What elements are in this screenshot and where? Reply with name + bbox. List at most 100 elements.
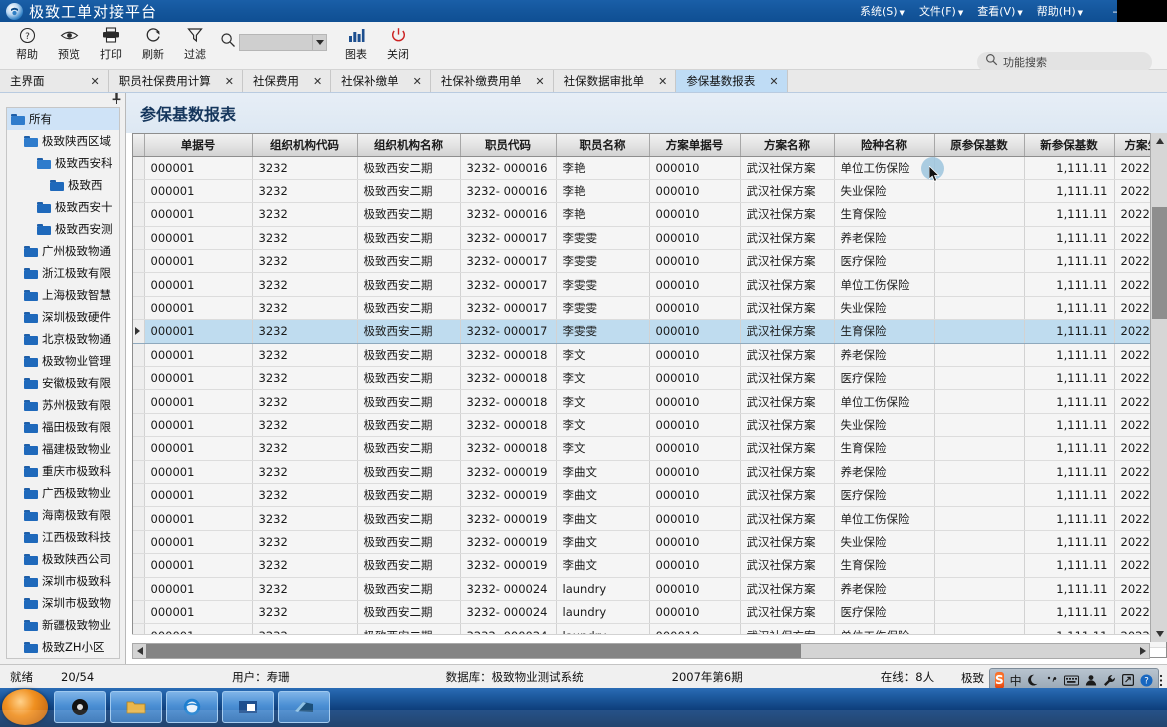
cell-5-1[interactable]: 3232 bbox=[252, 272, 358, 297]
column-header-6[interactable]: 方案名称 bbox=[740, 134, 835, 157]
cell-11-1[interactable]: 3232 bbox=[252, 413, 358, 438]
cell-0-3[interactable]: 3232- 000016 bbox=[460, 156, 557, 180]
toolbar-button-refresh[interactable]: 刷新 bbox=[132, 25, 174, 62]
tree-item-25[interactable]: 星河湾 bbox=[7, 658, 119, 659]
cell-18-6[interactable]: 武汉社保方案 bbox=[740, 577, 835, 601]
wrench-icon[interactable] bbox=[1103, 671, 1116, 689]
cell-6-7[interactable]: 失业保险 bbox=[834, 296, 935, 321]
cell-0-7[interactable]: 单位工伤保险 bbox=[834, 156, 935, 180]
cell-0-9[interactable]: 1,111.11 bbox=[1024, 156, 1115, 180]
tab-6[interactable]: 参保基数报表 ✕ bbox=[676, 70, 788, 92]
cell-5-4[interactable]: 李雯雯 bbox=[556, 272, 650, 297]
cell-9-4[interactable]: 李文 bbox=[556, 366, 650, 391]
cell-15-1[interactable]: 3232 bbox=[252, 506, 358, 531]
cell-5-5[interactable]: 000010 bbox=[649, 272, 741, 297]
toolbar-button-preview[interactable]: 预览 bbox=[48, 25, 90, 62]
tree-item-8[interactable]: 上海极致智慧 bbox=[7, 284, 119, 306]
table-row[interactable]: 000001 3232 极致西安二期 3232- 000019 李曲文 000010 武汉社… bbox=[133, 506, 1166, 531]
cell-19-7[interactable]: 医疗保险 bbox=[834, 600, 935, 625]
cell-2-6[interactable]: 武汉社保方案 bbox=[740, 202, 835, 227]
cell-7-6[interactable]: 武汉社保方案 bbox=[740, 319, 835, 344]
cell-15-6[interactable]: 武汉社保方案 bbox=[740, 506, 835, 531]
cell-14-9[interactable]: 1,111.11 bbox=[1024, 483, 1115, 508]
cell-16-7[interactable]: 失业保险 bbox=[834, 530, 935, 555]
cell-19-2[interactable]: 极致西安二期 bbox=[357, 600, 461, 625]
table-row[interactable]: 000001 3232 极致西安二期 3232- 000016 李艳 000010 武汉社保… bbox=[133, 156, 1166, 180]
cell-0-8[interactable] bbox=[934, 156, 1025, 180]
table-row[interactable]: 000001 3232 极致西安二期 3232- 000019 李曲文 000010 武汉社… bbox=[133, 460, 1166, 484]
cell-13-0[interactable]: 000001 bbox=[144, 460, 253, 484]
cell-3-9[interactable]: 1,111.11 bbox=[1024, 226, 1115, 251]
toolbar-button-chart[interactable]: 图表 bbox=[335, 25, 377, 62]
cell-5-3[interactable]: 3232- 000017 bbox=[460, 272, 557, 297]
cell-11-2[interactable]: 极致西安二期 bbox=[357, 413, 461, 438]
tree-item-0[interactable]: 所有 bbox=[7, 108, 119, 130]
menu-help[interactable]: 帮助(H) ▼ bbox=[1037, 3, 1083, 19]
cell-4-8[interactable] bbox=[934, 249, 1025, 274]
cell-9-2[interactable]: 极致西安二期 bbox=[357, 366, 461, 391]
punctuation-icon[interactable] bbox=[1046, 671, 1058, 689]
table-row[interactable]: 000001 3232 极致西安二期 3232- 000018 李文 000010 武汉社保… bbox=[133, 343, 1166, 368]
cell-5-0[interactable]: 000001 bbox=[144, 272, 253, 297]
tree-item-21[interactable]: 深圳市极致科 bbox=[7, 570, 119, 592]
question-circle-icon[interactable]: ? bbox=[1140, 671, 1153, 689]
cell-15-5[interactable]: 000010 bbox=[649, 506, 741, 531]
close-icon[interactable]: ✕ bbox=[769, 75, 778, 88]
cell-6-9[interactable]: 1,111.11 bbox=[1024, 296, 1115, 321]
cell-11-6[interactable]: 武汉社保方案 bbox=[740, 413, 835, 438]
cell-1-4[interactable]: 李艳 bbox=[556, 179, 650, 204]
tree-item-22[interactable]: 深圳市极致物 bbox=[7, 592, 119, 614]
cell-13-2[interactable]: 极致西安二期 bbox=[357, 460, 461, 484]
tree-item-18[interactable]: 海南极致有限 bbox=[7, 504, 119, 526]
cell-13-1[interactable]: 3232 bbox=[252, 460, 358, 484]
cell-2-7[interactable]: 生育保险 bbox=[834, 202, 935, 227]
cell-17-1[interactable]: 3232 bbox=[252, 553, 358, 578]
sogou-logo-icon[interactable]: S bbox=[995, 671, 1004, 689]
cell-17-8[interactable] bbox=[934, 553, 1025, 578]
cell-11-0[interactable]: 000001 bbox=[144, 413, 253, 438]
cell-19-9[interactable]: 1,111.11 bbox=[1024, 600, 1115, 625]
cell-10-1[interactable]: 3232 bbox=[252, 389, 358, 414]
tree-item-16[interactable]: 重庆市极致科 bbox=[7, 460, 119, 482]
keyboard-icon[interactable] bbox=[1063, 671, 1079, 689]
cell-7-9[interactable]: 1,111.11 bbox=[1024, 319, 1115, 344]
cell-13-8[interactable] bbox=[934, 460, 1025, 484]
cell-7-1[interactable]: 3232 bbox=[252, 319, 358, 344]
tree-list[interactable]: 所有 极致陕西区域 极致西安科 极致西 极致西安十 极致西安测 广州极致物通 浙江极致有限 上海… bbox=[6, 107, 120, 659]
grid-horizontal-scrollbar[interactable] bbox=[132, 643, 1150, 659]
column-header-3[interactable]: 职员代码 bbox=[460, 134, 557, 157]
cell-7-3[interactable]: 3232- 000017 bbox=[460, 319, 557, 344]
cell-16-5[interactable]: 000010 bbox=[649, 530, 741, 555]
tree-item-3[interactable]: 极致西 bbox=[7, 174, 119, 196]
cell-4-1[interactable]: 3232 bbox=[252, 249, 358, 274]
tree-item-4[interactable]: 极致西安十 bbox=[7, 196, 119, 218]
cell-10-4[interactable]: 李文 bbox=[556, 389, 650, 414]
cell-7-4[interactable]: 李雯雯 bbox=[556, 319, 650, 344]
cell-11-4[interactable]: 李文 bbox=[556, 413, 650, 438]
cell-13-4[interactable]: 李曲文 bbox=[556, 460, 650, 484]
tree-item-11[interactable]: 极致物业管理 bbox=[7, 350, 119, 372]
cell-15-8[interactable] bbox=[934, 506, 1025, 531]
cell-12-3[interactable]: 3232- 000018 bbox=[460, 436, 557, 461]
tab-0[interactable]: 主界面 ✕ bbox=[0, 70, 109, 92]
user-icon[interactable] bbox=[1085, 671, 1097, 689]
cell-11-8[interactable] bbox=[934, 413, 1025, 438]
data-grid-container[interactable]: 单据号 组织机构代码 组织机构名称 职员代码 职员名称 方案单据号 方案名称 险种名称 原参保基… bbox=[132, 133, 1167, 658]
cell-3-5[interactable]: 000010 bbox=[649, 226, 741, 251]
table-row[interactable]: 000001 3232 极致西安二期 3232- 000017 李雯雯 000010 武汉社… bbox=[133, 319, 1166, 344]
cell-2-4[interactable]: 李艳 bbox=[556, 202, 650, 227]
column-header-8[interactable]: 原参保基数 bbox=[934, 134, 1025, 157]
cell-18-0[interactable]: 000001 bbox=[144, 577, 253, 601]
cell-8-9[interactable]: 1,111.11 bbox=[1024, 343, 1115, 368]
cell-7-5[interactable]: 000010 bbox=[649, 319, 741, 344]
tree-item-10[interactable]: 北京极致物通 bbox=[7, 328, 119, 350]
cell-15-0[interactable]: 000001 bbox=[144, 506, 253, 531]
cell-6-0[interactable]: 000001 bbox=[144, 296, 253, 321]
cell-13-9[interactable]: 1,111.11 bbox=[1024, 460, 1115, 484]
cell-16-3[interactable]: 3232- 000019 bbox=[460, 530, 557, 555]
chevron-down-icon[interactable] bbox=[312, 35, 326, 50]
cell-2-3[interactable]: 3232- 000016 bbox=[460, 202, 557, 227]
cell-1-7[interactable]: 失业保险 bbox=[834, 179, 935, 204]
cell-16-6[interactable]: 武汉社保方案 bbox=[740, 530, 835, 555]
close-icon[interactable]: ✕ bbox=[91, 75, 100, 88]
